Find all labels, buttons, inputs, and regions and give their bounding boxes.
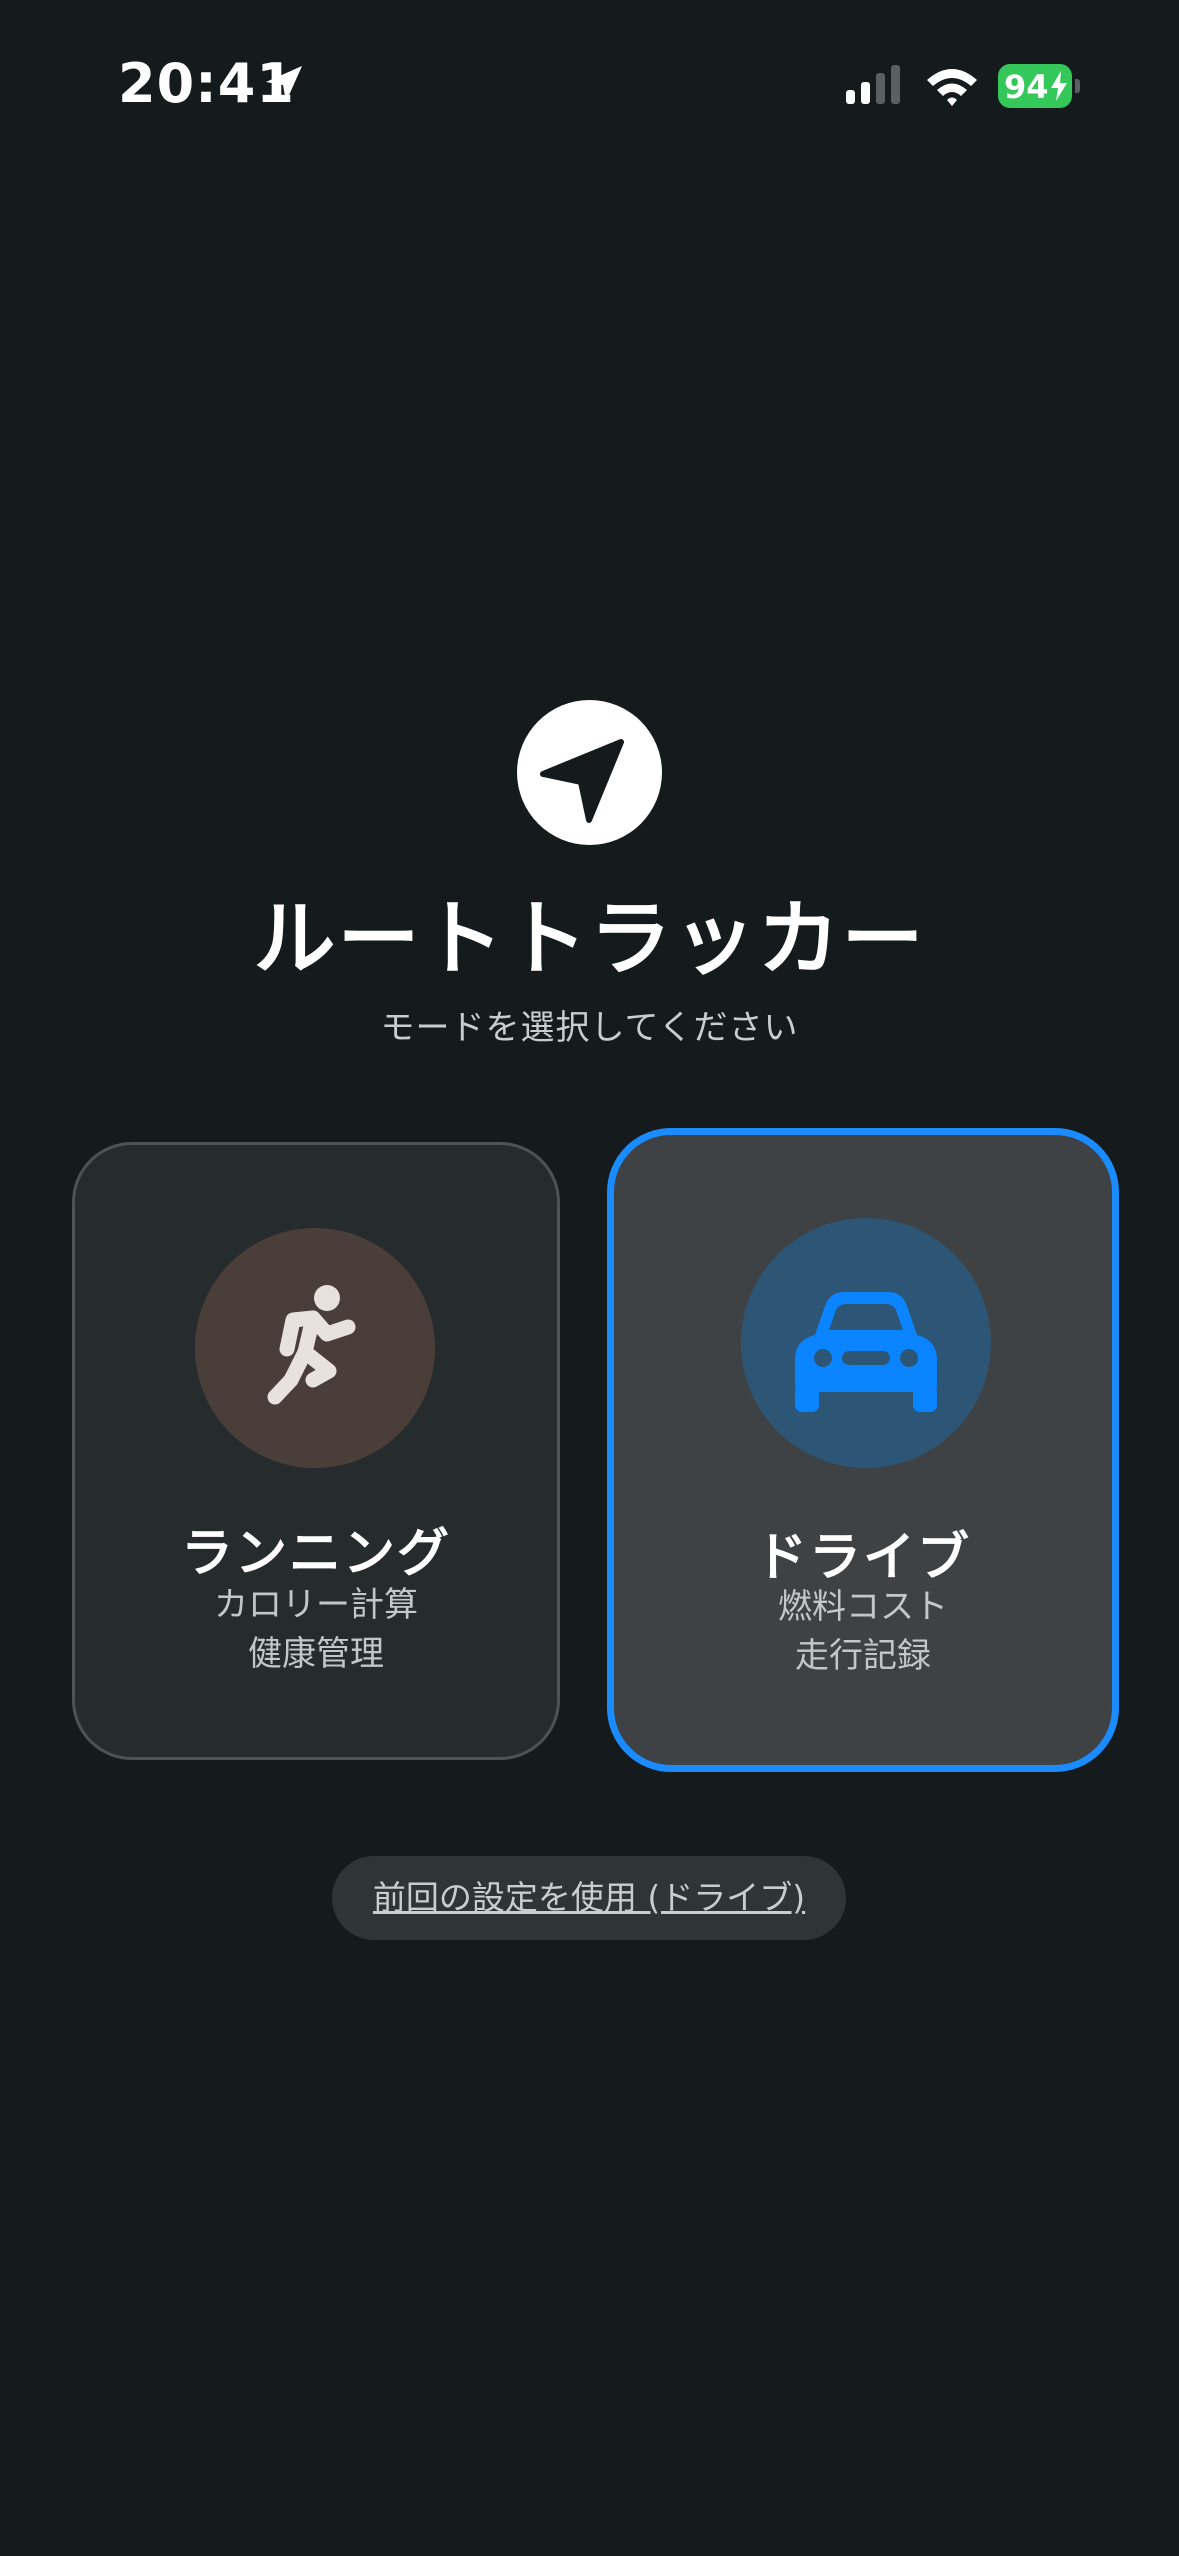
status-bar: 20:41 94 [0,0,1179,170]
running-mode-card[interactable]: ランニング カロリー計算 健康管理 [72,1142,560,1760]
navigation-arrow-icon [540,739,624,823]
running-icon-circle [195,1228,435,1468]
car-icon [795,1292,937,1412]
drive-icon-circle [741,1218,991,1468]
battery-level: 94 [1004,68,1049,106]
drive-desc-line-2: 走行記録 [795,1636,931,1676]
use-previous-settings-label: 前回の設定を使用 (ドライブ) [372,1878,806,1917]
drive-mode-description: 燃料コスト 走行記録 [614,1583,1112,1681]
battery-indicator: 94 [998,64,1080,108]
use-previous-settings-button[interactable]: 前回の設定を使用 (ドライブ) [332,1856,846,1940]
drive-mode-title: ドライブ [754,1528,971,1588]
charging-bolt-icon [1051,71,1067,101]
running-mode-title: ランニング [180,1524,451,1584]
location-arrow-icon [266,66,302,102]
drive-mode-card[interactable]: ドライブ 燃料コスト 走行記録 [607,1128,1119,1772]
running-mode-description: カロリー計算 健康管理 [75,1581,557,1679]
running-person-icon [267,1285,356,1405]
app-title: ルートトラッカー [253,892,926,987]
app-logo [517,700,662,845]
running-desc-line-2: 健康管理 [248,1634,384,1674]
app-subtitle: モードを選択してください [380,1008,799,1048]
battery-tip [1075,79,1080,93]
running-desc-line-1: カロリー計算 [214,1585,418,1625]
cellular-signal-icon [846,65,900,104]
battery-body: 94 [998,64,1072,108]
drive-desc-line-1: 燃料コスト [778,1587,948,1627]
wifi-icon [927,69,977,106]
